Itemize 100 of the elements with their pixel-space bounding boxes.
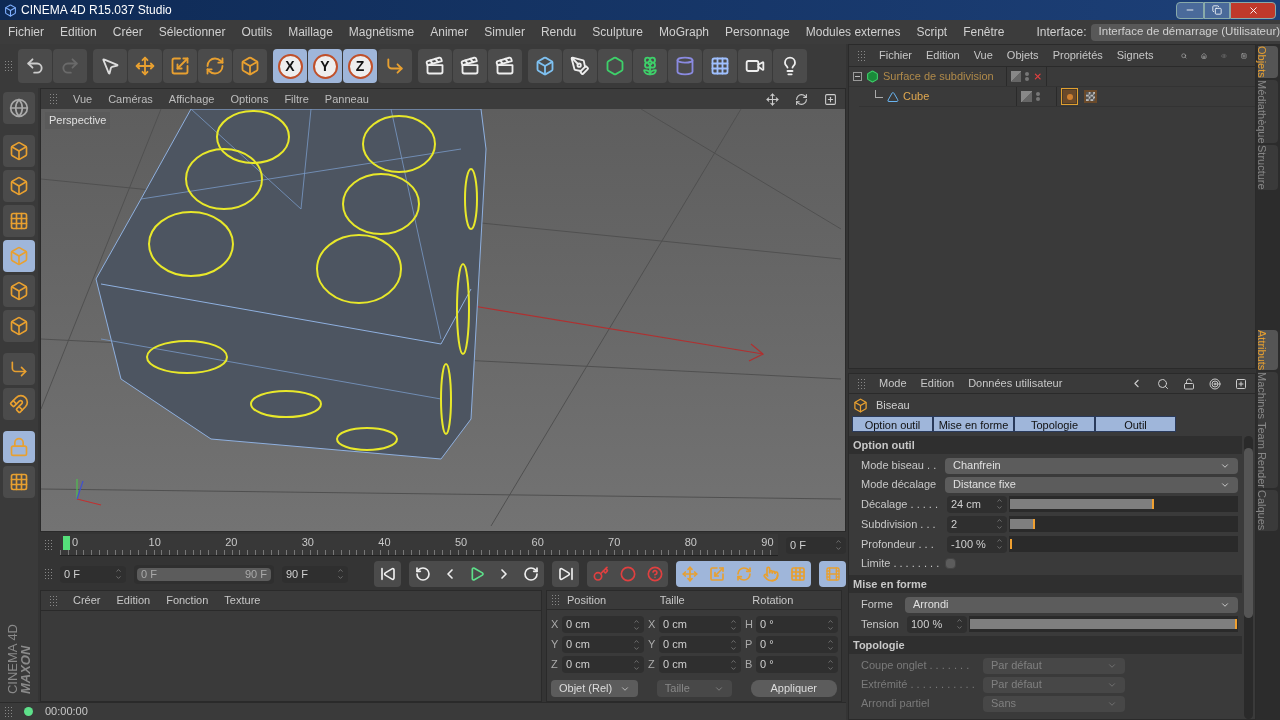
attribute-tab[interactable]: Mise en forme [933, 416, 1014, 432]
viewport-menu-item[interactable]: Affichage [168, 90, 215, 108]
visibility-dots-icon[interactable] [1036, 92, 1040, 101]
apply-button[interactable]: Appliquer [750, 680, 837, 697]
undo-button[interactable] [18, 49, 52, 83]
object-name[interactable]: Cube [903, 88, 930, 105]
light-bulb-button[interactable] [773, 49, 807, 83]
menu-item[interactable]: Sélectionner [158, 23, 226, 41]
viewport-menu-item[interactable]: Vue [73, 90, 93, 108]
object-menu-item[interactable]: Objets [1006, 47, 1039, 64]
object-name[interactable]: Surface de subdivision [883, 68, 994, 85]
scale-button[interactable] [163, 49, 197, 83]
coordinate-field[interactable]: 0 cm [659, 656, 741, 673]
attribute-tab[interactable]: Topologie [1014, 416, 1095, 432]
viewport-menu-item[interactable]: Caméras [108, 90, 153, 108]
object-menu-item[interactable]: Edition [926, 47, 960, 64]
material-menu-item[interactable]: Créer [73, 592, 101, 609]
orbit-icon[interactable] [795, 92, 808, 106]
clapperboard-button[interactable] [488, 49, 522, 83]
viewport-menu-item[interactable]: Options [230, 90, 269, 108]
slider-track[interactable] [1009, 496, 1238, 512]
unlock-icon[interactable] [1183, 377, 1195, 390]
attribute-menu-item[interactable]: Données utilisateur [968, 375, 1063, 392]
attribute-menu-item[interactable]: Mode [879, 375, 907, 392]
end-frame-field[interactable]: 90 F [282, 565, 348, 583]
axis-lock-button[interactable]: X [273, 49, 307, 83]
current-frame-field[interactable]: 0 F [786, 536, 846, 554]
menu-item[interactable]: Personnage [725, 23, 790, 41]
visibility-dots-icon[interactable] [1024, 72, 1029, 81]
grid-mode-button[interactable] [3, 466, 35, 498]
coordinate-field[interactable]: 0 cm [562, 616, 644, 633]
clapperboard-button[interactable] [418, 49, 452, 83]
close-button[interactable] [1230, 1, 1276, 19]
axis-mode-button[interactable] [3, 353, 35, 385]
target-icon[interactable] [1209, 377, 1221, 390]
layer-swatch-icon[interactable] [1011, 71, 1021, 82]
object-menu-item[interactable]: Fichier [879, 47, 912, 64]
search-icon[interactable] [1157, 377, 1169, 390]
coordinate-field[interactable]: 0 ° [756, 656, 838, 673]
interface-dropdown[interactable]: Interface de démarrage (Utilisateur) [1090, 23, 1280, 41]
new-panel-icon[interactable] [1235, 377, 1247, 390]
cube-button[interactable] [528, 49, 562, 83]
menu-item[interactable]: Script [916, 23, 948, 41]
menu-item[interactable]: MoGraph [659, 23, 710, 41]
cube-mode-button[interactable] [3, 170, 35, 202]
material-menu-item[interactable]: Edition [116, 592, 151, 609]
menu-item[interactable]: Maillage [288, 23, 333, 41]
viewport-menu-item[interactable]: Filtre [284, 90, 309, 108]
number-field[interactable]: -100 % [947, 535, 1007, 553]
cube-mode-button[interactable] [3, 275, 35, 307]
flower-button[interactable] [633, 49, 667, 83]
coordinate-field[interactable]: 0 cm [659, 636, 741, 653]
material-menu-item[interactable]: Texture [224, 592, 261, 609]
layer-swatch-icon[interactable] [1021, 91, 1032, 102]
magnet-mode-button[interactable] [3, 388, 35, 420]
axis-button[interactable] [378, 49, 412, 83]
menu-item[interactable]: Outils [241, 23, 273, 41]
slider-track[interactable] [1009, 536, 1238, 552]
grid-button[interactable] [703, 49, 737, 83]
pen-button[interactable] [563, 49, 597, 83]
clapperboard-button[interactable] [453, 49, 487, 83]
coordinate-field[interactable]: 0 cm [562, 636, 644, 653]
object-menu-item[interactable]: Vue [973, 47, 993, 64]
object-menu-item[interactable]: Propriétés [1052, 47, 1103, 64]
collapse-icon[interactable] [853, 72, 862, 81]
pointer-button[interactable] [93, 49, 127, 83]
coordinate-mode-dropdown[interactable]: Objet (Rel) [551, 680, 639, 697]
checkbox[interactable] [945, 558, 956, 569]
dropdown[interactable]: Chanfrein [945, 457, 1238, 474]
maximize-icon[interactable] [824, 92, 837, 106]
scrollbar[interactable] [1244, 436, 1253, 719]
cylinder-button[interactable] [668, 49, 702, 83]
slider-fill[interactable] [1010, 519, 1035, 529]
menu-item[interactable]: Sculpture [592, 23, 643, 41]
cross-icon[interactable] [1032, 71, 1042, 82]
move-button[interactable] [128, 49, 162, 83]
attribute-tab[interactable]: Option outil [852, 416, 933, 432]
number-field[interactable]: 100 % [907, 615, 967, 633]
cube-mode-button[interactable] [3, 310, 35, 342]
menu-item[interactable]: Fenêtre [963, 23, 1005, 41]
slider-fill[interactable] [1010, 499, 1154, 509]
number-field[interactable]: 24 cm [947, 495, 1007, 513]
viewport-menu-item[interactable]: Panneau [324, 90, 369, 108]
timeline-ruler[interactable]: 0 10 20 30 40 50 60 70 80 90 [60, 534, 778, 556]
menu-item[interactable]: Edition [60, 23, 97, 41]
attribute-menu-item[interactable]: Edition [920, 375, 955, 392]
menu-item[interactable]: Rendu [540, 23, 577, 41]
axis-lock-button[interactable]: Z [343, 49, 377, 83]
minimize-button[interactable] [1176, 1, 1204, 19]
cube-button[interactable] [233, 49, 267, 83]
globe-mode-button[interactable] [3, 92, 35, 124]
pan-icon[interactable] [766, 92, 779, 106]
object-menu-item[interactable]: Signets [1116, 47, 1154, 64]
coordinate-field[interactable]: 0 cm [562, 656, 644, 673]
axis-lock-button[interactable]: Y [308, 49, 342, 83]
number-field[interactable]: 2 [947, 515, 1007, 533]
coordinate-field[interactable]: 0 ° [756, 636, 838, 653]
restore-button[interactable] [1204, 1, 1230, 19]
menu-item[interactable]: Simuler [484, 23, 525, 41]
menu-item[interactable]: Créer [112, 23, 143, 41]
